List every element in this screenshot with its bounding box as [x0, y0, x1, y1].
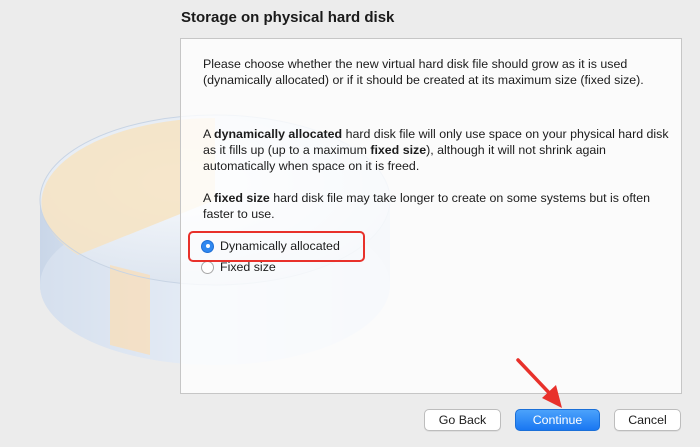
- radio-label-fixed: Fixed size: [220, 260, 276, 274]
- annotation-highlight-box: [188, 231, 365, 262]
- dynamic-description: A dynamically allocated hard disk file w…: [203, 127, 669, 173]
- continue-button[interactable]: Continue: [515, 409, 600, 431]
- go-back-button[interactable]: Go Back: [424, 409, 501, 431]
- cancel-button[interactable]: Cancel: [614, 409, 681, 431]
- fixed-description: A fixed size hard disk file may take lon…: [203, 191, 650, 221]
- radio-unselected-icon[interactable]: [201, 260, 214, 274]
- intro-text: Please choose whether the new virtual ha…: [203, 57, 644, 87]
- page-title: Storage on physical hard disk: [181, 9, 395, 26]
- content-panel: Please choose whether the new virtual ha…: [180, 38, 682, 394]
- red-arrow-icon: [516, 358, 562, 408]
